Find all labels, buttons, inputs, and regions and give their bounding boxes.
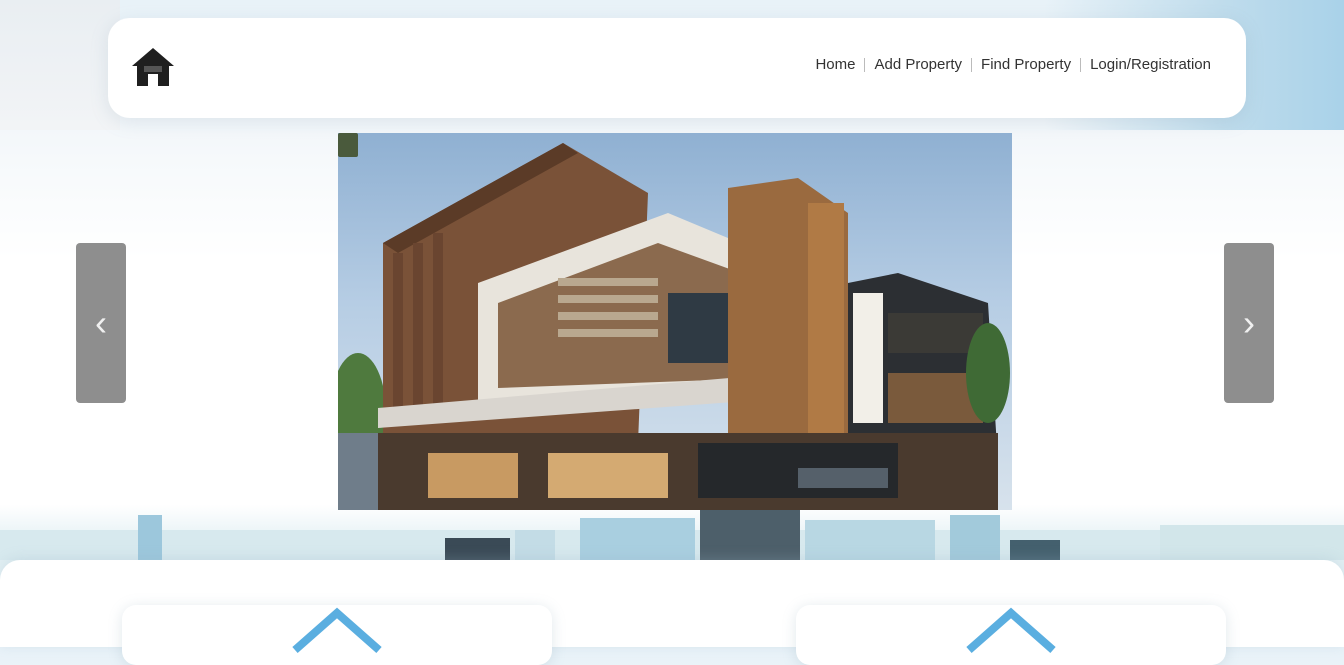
roof-outline-icon bbox=[966, 607, 1056, 654]
roof-outline-icon bbox=[292, 607, 382, 654]
background-left bbox=[0, 0, 120, 130]
navbar: Home Add Property Find Property Login/Re… bbox=[108, 18, 1246, 118]
nav-link-home[interactable]: Home bbox=[806, 56, 864, 73]
nav-link-add-property[interactable]: Add Property bbox=[865, 56, 971, 73]
carousel-image bbox=[338, 133, 1012, 510]
feature-card[interactable] bbox=[796, 605, 1226, 665]
nav-link-login-registration[interactable]: Login/Registration bbox=[1081, 56, 1220, 73]
carousel-next-button[interactable]: › bbox=[1224, 243, 1274, 403]
carousel-badge bbox=[338, 133, 358, 157]
chevron-left-icon: ‹ bbox=[95, 302, 107, 343]
nav-links: Home Add Property Find Property Login/Re… bbox=[806, 56, 1220, 73]
house-logo-icon[interactable] bbox=[128, 42, 178, 92]
feature-card[interactable] bbox=[122, 605, 552, 665]
city-skyline-background bbox=[0, 510, 1344, 560]
chevron-right-icon: › bbox=[1243, 302, 1255, 343]
carousel-prev-button[interactable]: ‹ bbox=[76, 243, 126, 403]
building-illustration bbox=[338, 143, 1010, 510]
nav-link-find-property[interactable]: Find Property bbox=[972, 56, 1080, 73]
